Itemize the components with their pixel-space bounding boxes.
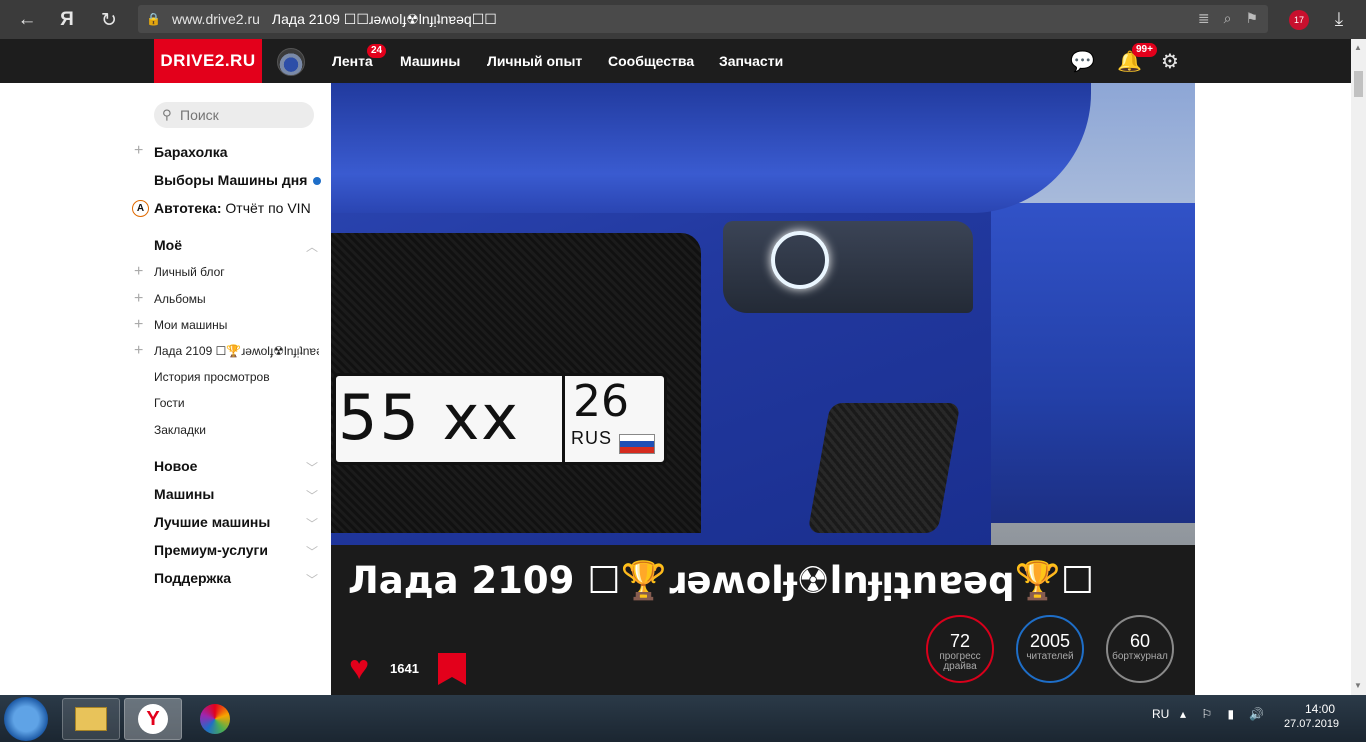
photo-fog-grille (807, 403, 961, 533)
sidebar-item-car-of-day[interactable]: Выборы Машины дня (154, 172, 322, 188)
car-info-panel: Лада 2109 ☐🏆ɹǝʍolɟ☢lnɟᴉʇnɐǝq🏆☐ ♥ 1641 72… (331, 545, 1195, 695)
messages-icon[interactable]: 💬 (1070, 49, 1095, 74)
site-logo[interactable]: DRIVE2.RU (154, 39, 262, 83)
license-plate: 55 xx 26 RUS (333, 373, 667, 465)
site-header: DRIVE2.RU Лента 24 Машины Личный опыт Со… (0, 39, 1351, 83)
nav-cars[interactable]: Машины (400, 53, 460, 69)
chevron-down-icon[interactable]: ﹀ (306, 515, 318, 532)
plus-icon[interactable]: + (134, 290, 143, 308)
stat-label: читателей (1026, 651, 1074, 662)
plate-number: 55 xx (338, 381, 520, 454)
chevron-down-icon[interactable]: ﹀ (306, 459, 318, 476)
likes-count: 1641 (390, 661, 419, 676)
stat-value: 2005 (1029, 631, 1071, 651)
plus-icon[interactable]: + (134, 342, 143, 360)
sidebar-item-guests[interactable]: Гости (154, 396, 185, 410)
new-dot-icon (313, 177, 322, 186)
search-input[interactable] (154, 102, 314, 128)
download-icon[interactable]: ⤓ (1326, 7, 1352, 33)
plate-region: 26 (573, 376, 629, 427)
plus-icon[interactable]: + (134, 263, 143, 281)
chevron-down-icon[interactable]: ﹀ (306, 571, 318, 588)
chevron-down-icon[interactable]: ﹀ (306, 543, 318, 560)
clock-date[interactable]: 27.07.2019 (1284, 718, 1339, 730)
russian-flag-icon (619, 434, 655, 454)
avtoteka-icon: А (132, 200, 149, 217)
car-title: Лада 2109 ☐🏆ɹǝʍolɟ☢lnɟᴉʇnɐǝq🏆☐ (348, 559, 1094, 602)
sidebar-section-support[interactable]: Поддержка (154, 570, 231, 586)
stat-label: бортжурнал (1112, 651, 1168, 662)
address-page-title: Лада 2109 ☐☐ɹǝʍolɟ☢lnɟᴉʇnɐǝq☐☐ (271, 10, 497, 27)
user-avatar[interactable] (277, 48, 305, 76)
address-bar[interactable]: 🔒 www.drive2.ru Лада 2109 ☐☐ɹǝʍolɟ☢lnɟᴉʇ… (138, 5, 1268, 33)
clock-time[interactable]: 14:00 (1296, 702, 1344, 716)
lock-icon: 🔒 (146, 12, 161, 26)
car-cover-photo[interactable]: 55 xx 26 RUS (331, 83, 1195, 545)
car-of-day-label: Выборы Машины дня (154, 172, 308, 188)
explorer-icon[interactable] (62, 698, 120, 740)
stat-drive-progress[interactable]: 72 прогресс драйва (926, 615, 994, 683)
browser-toolbar: ← Я ↻ 🔒 www.drive2.ru Лада 2109 ☐☐ɹǝʍolɟ… (0, 0, 1366, 39)
nav-experience[interactable]: Личный опыт (487, 53, 582, 69)
sidebar-item-blog[interactable]: Личный блог (154, 265, 225, 279)
avtoteka-link[interactable]: Отчёт по VIN (225, 200, 310, 216)
zoom-icon[interactable]: ⌕ (1224, 10, 1232, 27)
reader-mode-icon[interactable]: ≣ (1198, 10, 1210, 27)
reload-icon[interactable]: ↻ (96, 7, 122, 33)
language-indicator[interactable]: RU (1152, 707, 1169, 721)
plus-icon[interactable]: + (134, 316, 143, 334)
sidebar-item-my-cars[interactable]: Мои машины (154, 318, 227, 332)
yandex-icon[interactable]: Я (54, 7, 80, 33)
stat-value: 60 (1129, 631, 1151, 651)
bookmark-icon[interactable] (438, 653, 466, 685)
nav-feed[interactable]: Лента (332, 53, 373, 69)
nav-communities[interactable]: Сообщества (608, 53, 694, 69)
windows-taskbar: Y RU ▴ ⚐ ▮ 🔊 14:00 27.07.2019 (0, 695, 1366, 742)
sidebar-item-lada[interactable]: Лада 2109 ☐🏆ɹǝʍolɟ☢lnɟᴉʇnɐǝq… (154, 344, 319, 358)
tray-icons[interactable]: ▴ ⚐ ▮ 🔊 (1180, 707, 1270, 721)
stat-label: прогресс драйва (939, 651, 981, 672)
settings-gear-icon[interactable]: ⚙ (1161, 49, 1179, 74)
bookmark-flag-icon[interactable]: ⚑ (1245, 10, 1258, 27)
address-domain: www.drive2.ru (172, 11, 260, 27)
stat-value: 72 (949, 631, 971, 651)
sidebar-item-history[interactable]: История просмотров (154, 370, 270, 384)
back-icon[interactable]: ← (14, 7, 40, 33)
photo-angel-eye (771, 231, 829, 289)
sidebar-section-cars[interactable]: Машины (154, 486, 214, 502)
sidebar-item-avtoteka[interactable]: Автотека: Отчёт по VIN (154, 200, 311, 216)
stat-readers[interactable]: 2005 читателей (1016, 615, 1084, 683)
photo-headlight (723, 221, 973, 313)
adblock-badge: 17 (1289, 10, 1309, 30)
start-button-icon[interactable] (4, 697, 48, 741)
plus-icon[interactable]: + (134, 142, 143, 160)
plate-region-box: 26 RUS (562, 376, 669, 462)
sidebar-item-albums[interactable]: Альбомы (154, 292, 206, 306)
sidebar-section-new[interactable]: Новое (154, 458, 197, 474)
nav-parts[interactable]: Запчасти (719, 53, 783, 69)
chevron-up-icon[interactable]: ︿ (306, 238, 318, 255)
color-app-icon[interactable] (186, 698, 244, 740)
sidebar-section-best-cars[interactable]: Лучшие машины (154, 514, 270, 530)
feed-badge: 24 (367, 44, 387, 58)
stat-logbook[interactable]: 60 бортжурнал (1106, 615, 1174, 683)
yandex-browser-icon[interactable]: Y (124, 698, 182, 740)
scroll-thumb[interactable] (1354, 71, 1363, 97)
sidebar-section-my[interactable]: Моё (154, 237, 182, 253)
search-icon: ⚲ (162, 107, 172, 122)
photo-car-hood (331, 83, 1091, 213)
scroll-up-icon[interactable]: ▲ (1354, 43, 1362, 52)
adblock-icon[interactable]: 17 (1286, 7, 1312, 33)
like-heart-icon[interactable]: ♥ (349, 651, 369, 685)
sidebar-item-flea-market[interactable]: Барахолка (154, 144, 228, 160)
sidebar-section-premium[interactable]: Премиум-услуги (154, 542, 268, 558)
scroll-down-icon[interactable]: ▼ (1354, 681, 1362, 690)
notifications-badge: 99+ (1132, 43, 1157, 57)
plate-country: RUS (571, 428, 613, 448)
page-scrollbar[interactable]: ▲ ▼ (1351, 39, 1366, 695)
chevron-down-icon[interactable]: ﹀ (306, 487, 318, 504)
avtoteka-label: Автотека: (154, 200, 222, 216)
sidebar-item-bookmarks[interactable]: Закладки (154, 423, 206, 437)
